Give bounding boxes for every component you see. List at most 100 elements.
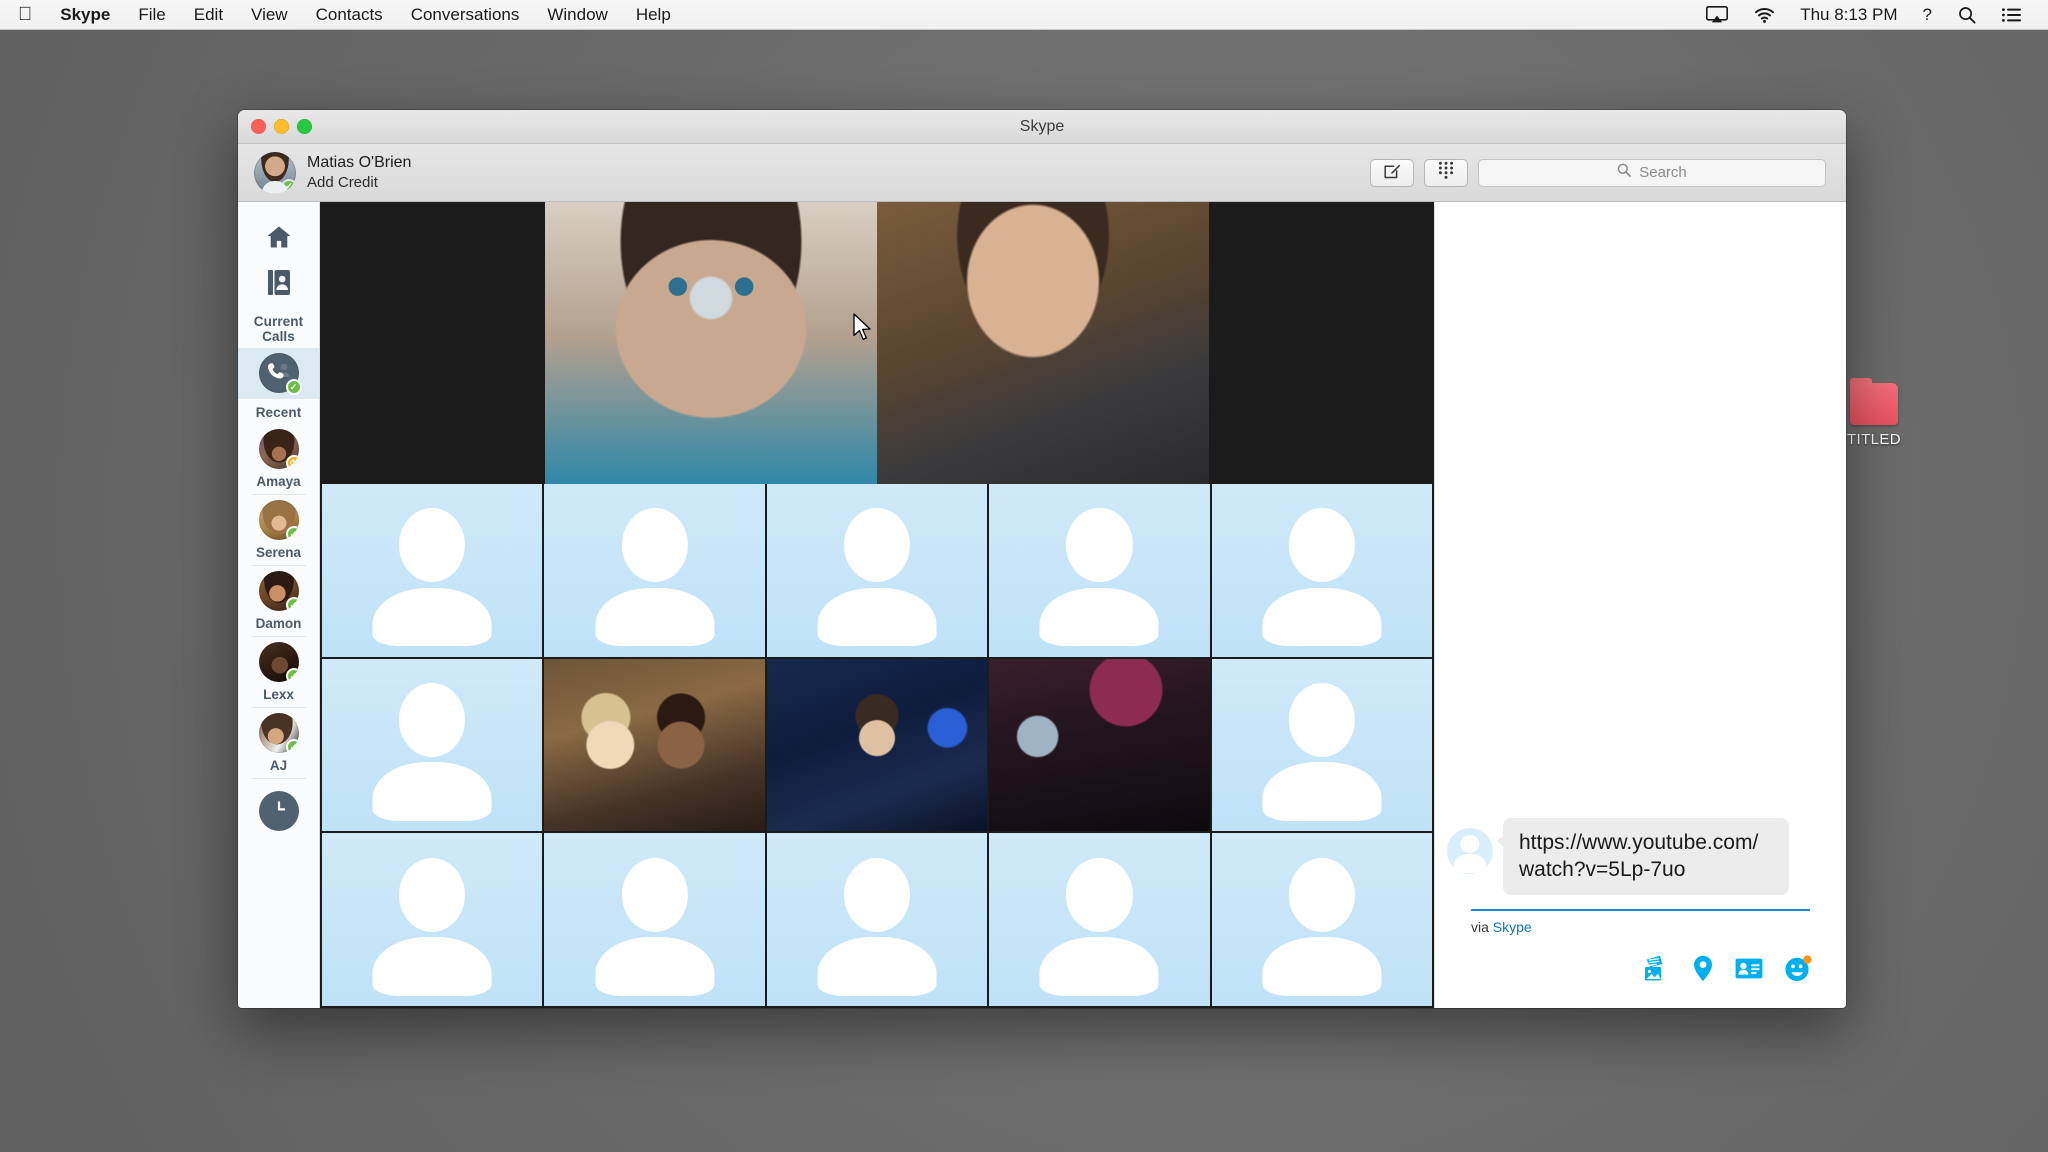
airplay-icon[interactable] xyxy=(1693,6,1741,23)
search-input[interactable]: Search xyxy=(1478,159,1826,187)
compose-icon xyxy=(1384,162,1401,184)
sidebar-item-lexx[interactable]: ✓ Lexx xyxy=(238,637,320,708)
location-pin-icon[interactable] xyxy=(1693,955,1713,982)
send-file-icon[interactable] xyxy=(1643,956,1671,982)
help-icon[interactable]: ? xyxy=(1910,0,1945,30)
spotlight-search-icon[interactable] xyxy=(1945,6,1989,24)
featured-video-row xyxy=(320,202,1434,484)
notification-center-icon[interactable] xyxy=(1989,8,2034,22)
dialpad-button[interactable] xyxy=(1424,159,1468,187)
status-badge-online: ✓ xyxy=(281,179,296,194)
avatar-body xyxy=(1040,937,1159,996)
compose-area: via Skype xyxy=(1435,909,1846,1008)
video-tile-participant-1[interactable] xyxy=(545,202,877,484)
video-tile-participant-2[interactable] xyxy=(877,202,1209,484)
avatar[interactable]: ✓ xyxy=(254,152,296,194)
dialpad-icon xyxy=(1438,161,1454,184)
menu-item-edit[interactable]: Edit xyxy=(180,0,237,30)
status-badge-online: ✓ xyxy=(286,526,299,540)
avatar-head xyxy=(399,683,465,757)
menu-item-view[interactable]: View xyxy=(237,0,302,30)
clock-history-icon xyxy=(267,797,291,826)
participant-cell-1[interactable] xyxy=(322,484,542,657)
participant-cell-3[interactable] xyxy=(767,484,987,657)
menu-item-window[interactable]: Window xyxy=(533,0,621,30)
skype-window: Skype ✓ Matias O'Brien Add Credit xyxy=(238,110,1846,1008)
sidebar-item-current-call[interactable]: ✓ xyxy=(238,348,320,399)
avatar-body xyxy=(1262,588,1381,647)
avatar-body xyxy=(373,937,492,996)
participant-cell-2[interactable] xyxy=(544,484,764,657)
avatar-body xyxy=(817,937,936,996)
macos-menu-bar:  Skype File Edit View Contacts Conversa… xyxy=(0,0,2048,30)
sidebar-item-damon[interactable]: ✓ Damon xyxy=(238,566,320,637)
desktop-folder-icon[interactable]: TITLED xyxy=(1838,383,1910,448)
sidebar-contact-name: AJ xyxy=(270,758,287,773)
participant-grid xyxy=(320,484,1434,1008)
current-user-text: Matias O'Brien Add Credit xyxy=(307,154,411,191)
participant-cell-12[interactable] xyxy=(544,833,764,1006)
wifi-icon[interactable] xyxy=(1741,7,1788,23)
compose-button[interactable] xyxy=(1370,159,1414,187)
avatar-body xyxy=(817,588,936,647)
avatar-head xyxy=(844,858,910,932)
sidebar-item-serena[interactable]: ✓ Serena xyxy=(238,495,320,566)
menu-item-help[interactable]: Help xyxy=(622,0,685,30)
avatar-body xyxy=(1262,762,1381,821)
sidebar-item-home[interactable] xyxy=(238,216,320,262)
window-title: Skype xyxy=(238,118,1846,136)
status-badge-online: ✓ xyxy=(286,739,299,753)
sidebar-item-amaya[interactable]: ⏱ Amaya xyxy=(238,424,320,495)
group-call-avatar: ✓ xyxy=(259,353,299,393)
avatar-head xyxy=(844,508,910,582)
menu-item-conversations[interactable]: Conversations xyxy=(397,0,534,30)
avatar: ✓ xyxy=(259,571,299,611)
menu-item-file[interactable]: File xyxy=(124,0,179,30)
menu-item-skype[interactable]: Skype xyxy=(46,0,124,30)
emoji-icon[interactable] xyxy=(1785,955,1812,982)
search-icon xyxy=(1617,163,1631,182)
participant-cell-14[interactable] xyxy=(989,833,1209,1006)
menu-bar-left-group:  Skype File Edit View Contacts Conversa… xyxy=(0,0,685,30)
menu-bar-status-group: Thu 8:13 PM ? xyxy=(1693,0,2048,30)
folder-glyph xyxy=(1850,383,1898,425)
user-name: Matias O'Brien xyxy=(307,154,411,172)
via-label: via Skype xyxy=(1453,911,1828,935)
compose-toolbar xyxy=(1453,935,1828,1008)
participant-cell-7[interactable] xyxy=(544,659,764,832)
sidebar-section-current-calls: Current Calls xyxy=(238,314,319,344)
avatar: ⏱ xyxy=(259,429,299,469)
apple-logo-icon[interactable]:  xyxy=(18,0,46,30)
window-title-bar[interactable]: Skype xyxy=(238,110,1846,144)
participant-cell-4[interactable] xyxy=(989,484,1209,657)
sidebar-section-recent: Recent xyxy=(256,405,302,420)
participant-cell-10[interactable] xyxy=(1212,659,1432,832)
participant-cell-8[interactable] xyxy=(767,659,987,832)
avatar-body xyxy=(1040,588,1159,647)
avatar-head xyxy=(1289,508,1355,582)
avatar-body xyxy=(1262,937,1381,996)
sidebar-contact-name: Amaya xyxy=(256,474,300,489)
message-list[interactable] xyxy=(1435,202,1846,818)
desktop-folder-label: TITLED xyxy=(1838,431,1910,448)
menu-item-contacts[interactable]: Contacts xyxy=(302,0,397,30)
participant-cell-15[interactable] xyxy=(1212,833,1432,1006)
participant-cell-13[interactable] xyxy=(767,833,987,1006)
message-bubble[interactable]: https://www.youtube.com/watch?v=5Lp-7uo xyxy=(1503,818,1789,895)
participant-cell-9[interactable] xyxy=(989,659,1209,832)
current-user-block[interactable]: ✓ Matias O'Brien Add Credit xyxy=(254,152,411,194)
participant-cell-11[interactable] xyxy=(322,833,542,1006)
participant-cell-5[interactable] xyxy=(1212,484,1432,657)
sidebar-item-history[interactable] xyxy=(259,791,299,831)
sidebar-item-aj[interactable]: ✓ AJ xyxy=(238,708,320,779)
menu-bar-clock[interactable]: Thu 8:13 PM xyxy=(1788,0,1909,30)
avatar: ✓ xyxy=(259,500,299,540)
contact-card-icon[interactable] xyxy=(1735,958,1763,979)
via-service-link[interactable]: Skype xyxy=(1493,919,1532,935)
search-placeholder: Search xyxy=(1639,164,1687,181)
left-sidebar: Current Calls ✓ Recent ⏱ xyxy=(238,202,320,1008)
add-credit-link[interactable]: Add Credit xyxy=(307,174,411,191)
sidebar-item-contacts[interactable] xyxy=(238,262,320,308)
participant-cell-6[interactable] xyxy=(322,659,542,832)
status-badge-online: ✓ xyxy=(286,668,299,682)
